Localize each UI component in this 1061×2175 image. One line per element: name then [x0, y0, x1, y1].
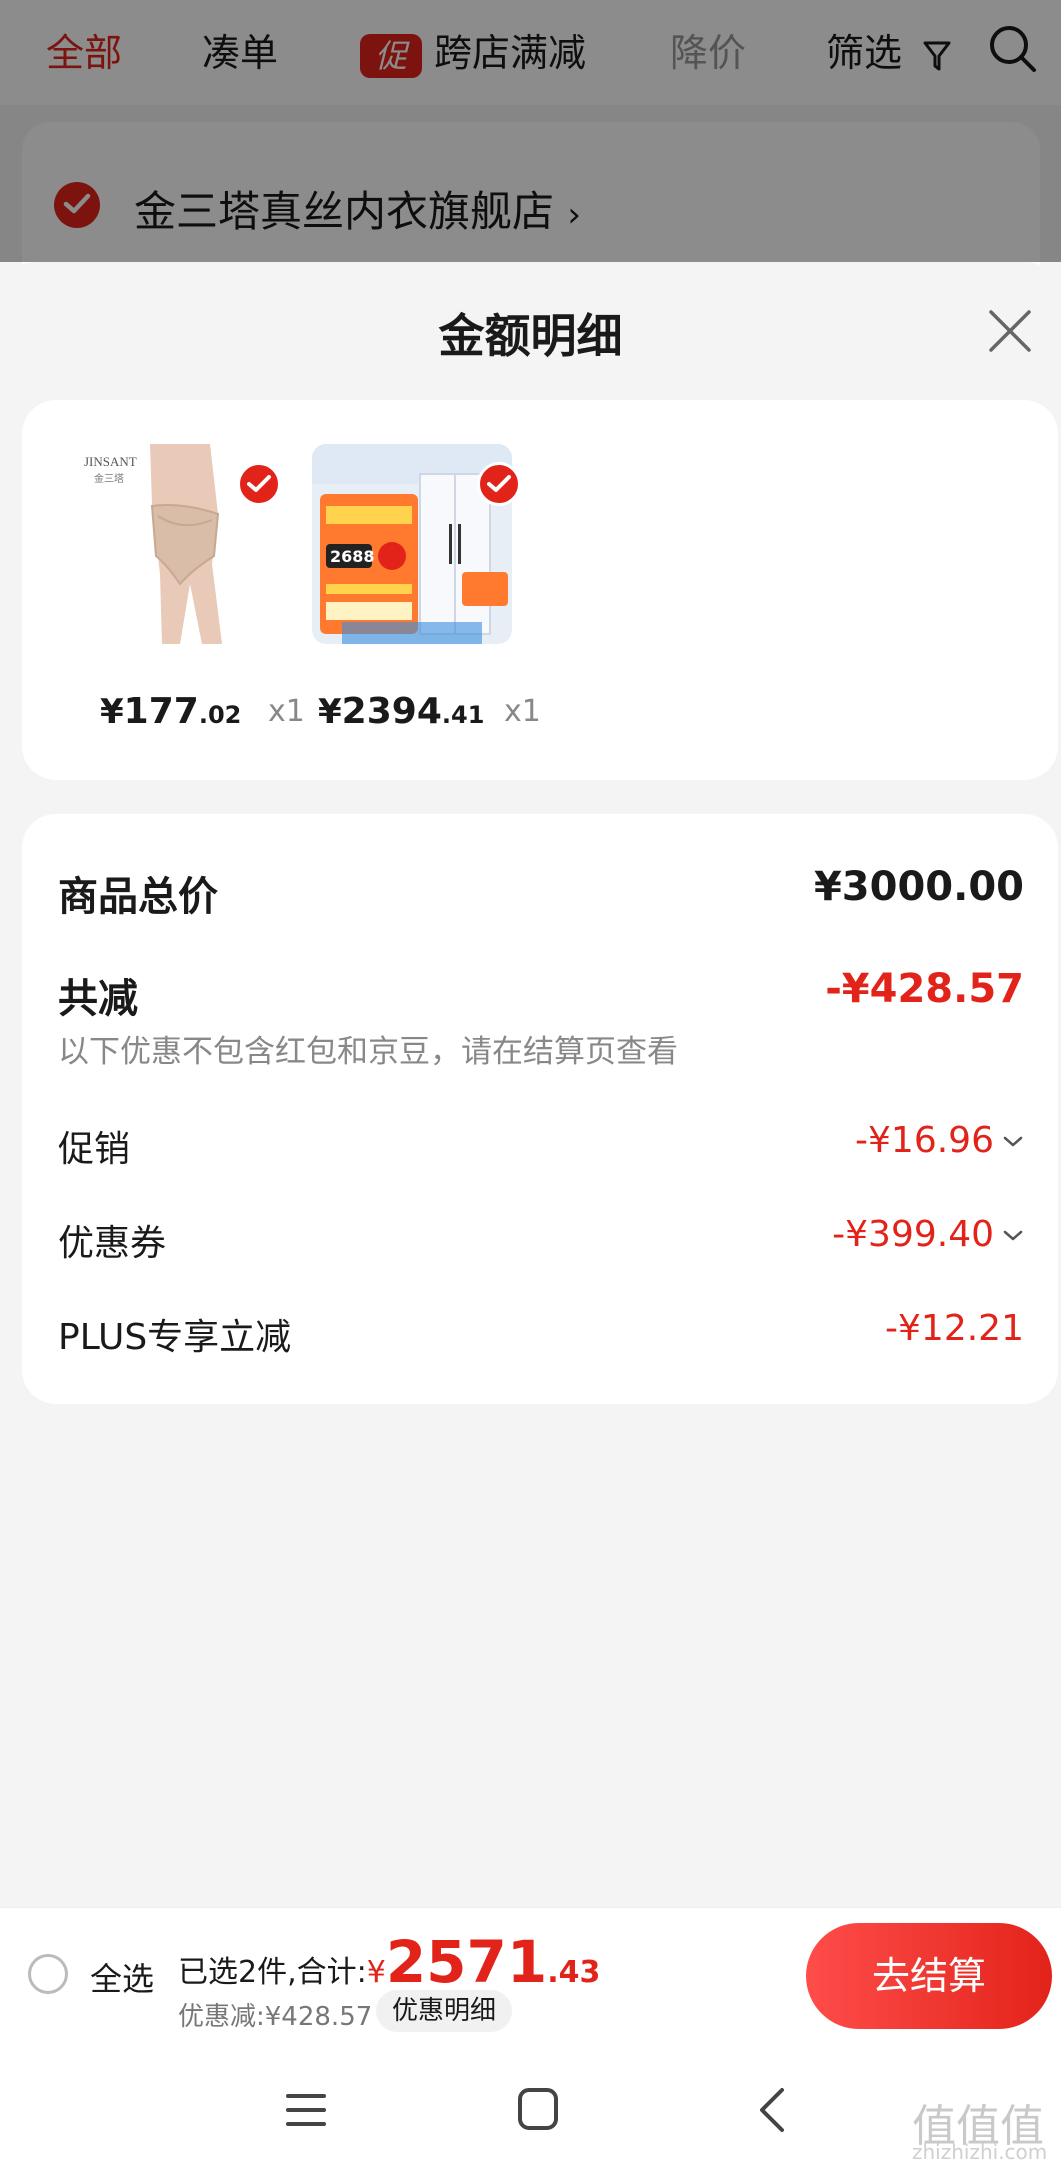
back-icon[interactable]	[744, 2082, 804, 2138]
amount-detail-sheet: 金额明细 JINSANT 金三塔 ¥177.02 x1 2688 ¥2394.4…	[0, 262, 1061, 1907]
product-price: ¥2394.41	[318, 691, 485, 732]
close-icon[interactable]	[985, 306, 1035, 356]
product-selected-check-icon[interactable]	[237, 462, 281, 506]
coupon-row-toggle[interactable]: -¥399.40	[832, 1214, 1024, 1255]
total-reduction-value: -¥428.57	[825, 966, 1024, 1012]
coupon-label: 优惠券	[58, 1223, 167, 1264]
watermark-url: zhizhizhi.com	[912, 2140, 1048, 2164]
selected-prefix: 已选2件,合计:	[178, 1955, 367, 1990]
product-quantity: x1	[268, 694, 305, 729]
checkout-button[interactable]: 去结算	[806, 1923, 1052, 2029]
price-summary-card: 商品总价 ¥3000.00 共减 -¥428.57 以下优惠不包含红包和京豆，请…	[22, 814, 1058, 1404]
chevron-down-icon	[1003, 1136, 1023, 1147]
total-amount: 2571	[385, 1928, 548, 1996]
plus-discount-value: -¥12.21	[885, 1308, 1024, 1349]
discount-detail-button[interactable]: 优惠明细	[376, 1990, 513, 2032]
chevron-down-icon	[1003, 1230, 1023, 1241]
total-reduction-label: 共减	[58, 976, 138, 1022]
checkout-bar: 全选 已选2件,合计:¥2571.43 优惠减:¥428.57 优惠明细 去结算	[0, 1907, 1061, 2043]
product-price: ¥177.02	[100, 691, 242, 732]
home-icon[interactable]	[508, 2082, 568, 2138]
selected-total: 已选2件,合计:¥2571.43	[178, 1928, 601, 1996]
goods-total-label: 商品总价	[58, 874, 218, 920]
product-quantity: x1	[504, 694, 541, 729]
svg-text:JINSANT: JINSANT	[84, 454, 137, 469]
promotion-label: 促销	[58, 1129, 131, 1170]
svg-text:金三塔: 金三塔	[94, 472, 124, 485]
svg-text:2688: 2688	[330, 547, 375, 566]
goods-total-value: ¥3000.00	[813, 864, 1024, 910]
system-nav-bar	[0, 2042, 1061, 2175]
sheet-title: 金额明细	[438, 309, 623, 363]
product-selected-check-icon[interactable]	[477, 462, 521, 506]
promotion-row-toggle[interactable]: -¥16.96	[855, 1120, 1024, 1161]
select-all-label[interactable]: 全选	[90, 1954, 154, 2000]
menu-icon[interactable]	[276, 2082, 336, 2138]
products-card: JINSANT 金三塔 ¥177.02 x1 2688 ¥2394.41 x1	[22, 400, 1058, 780]
promotion-value: -¥16.96	[855, 1120, 994, 1161]
coupon-value: -¥399.40	[832, 1214, 994, 1255]
saved-amount: 优惠减:¥428.57	[178, 2002, 373, 2032]
plus-discount-label: PLUS专享立减	[58, 1317, 292, 1358]
dim-overlay[interactable]	[0, 0, 1061, 262]
select-all-radio[interactable]	[28, 1954, 68, 1994]
discount-note: 以下优惠不包含红包和京豆，请在结算页查看	[58, 1034, 678, 1070]
